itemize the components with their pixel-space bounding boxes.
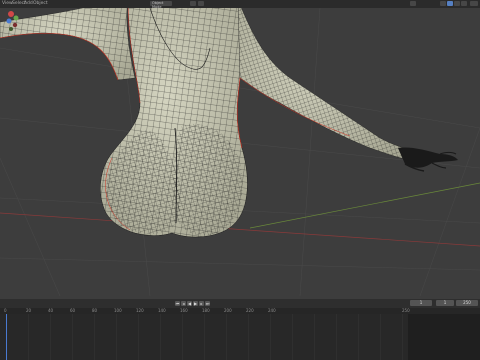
playhead[interactable] [6,314,7,360]
ruler-tick: 250 [402,308,410,313]
shading-solid-button[interactable] [447,1,453,6]
jump-end-button[interactable]: ⏭ [205,301,210,306]
ruler-tick: 20 [26,308,32,313]
track-gridline [72,314,73,360]
ruler-tick: 160 [180,308,188,313]
start-frame-field[interactable]: 1 [436,300,454,306]
ruler-tick: 0 [4,308,7,313]
track-gridline [116,314,117,360]
shading-options-button[interactable] [470,1,478,6]
track-gridline [314,314,315,360]
ruler-tick: 200 [224,308,232,313]
track-gridline [270,314,271,360]
shading-rendered-button[interactable] [461,1,467,6]
track-gridline [226,314,227,360]
navigation-gizmo[interactable] [0,8,20,38]
shading-wireframe-button[interactable] [440,1,446,6]
menu-object[interactable]: Object [33,1,48,6]
track-gridline [28,314,29,360]
track-gridline [336,314,337,360]
track-gridline [380,314,381,360]
viewport-header: View Select Add Object Object Mode [0,0,480,9]
play-button[interactable]: ▶ [193,301,198,306]
ruler-tick: 60 [70,308,76,313]
shading-material-button[interactable] [454,1,460,6]
track-gridline [248,314,249,360]
ruler-tick: 240 [268,308,276,313]
snap-button[interactable] [198,1,204,6]
track-gridline [50,314,51,360]
x-axis-line [0,212,480,247]
ruler-tick: 80 [92,308,98,313]
ruler-tick: 220 [246,308,254,313]
track-gridline [204,314,205,360]
track-gridline [138,314,139,360]
timeline-header [0,299,480,308]
next-keyframe-button[interactable]: ▸ [199,301,204,306]
ruler-tick: 40 [48,308,54,313]
play-reverse-button[interactable]: ◀ [187,301,192,306]
track-gridline [182,314,183,360]
mesh-hand [398,147,458,172]
ruler-tick: 140 [158,308,166,313]
jump-start-button[interactable]: ⏮ [175,301,180,306]
out-of-range-shade [408,314,480,360]
mode-dropdown[interactable]: Object Mode [150,1,172,9]
current-frame-field[interactable]: 1 [410,300,432,306]
transform-orientation-button[interactable] [190,1,196,6]
track-gridline [292,314,293,360]
end-frame-field[interactable]: 250 [456,300,478,306]
ruler-tick: 120 [136,308,144,313]
track-gridline [160,314,161,360]
menu-add[interactable]: Add [24,1,33,6]
viewport-scene [0,8,480,296]
overlay-button[interactable] [410,1,416,6]
track-gridline [402,314,403,360]
track-gridline [94,314,95,360]
ruler-tick: 100 [114,308,122,313]
prev-keyframe-button[interactable]: ◂ [181,301,186,306]
3d-viewport[interactable] [0,8,480,296]
ruler-tick: 180 [202,308,210,313]
track-gridline [358,314,359,360]
